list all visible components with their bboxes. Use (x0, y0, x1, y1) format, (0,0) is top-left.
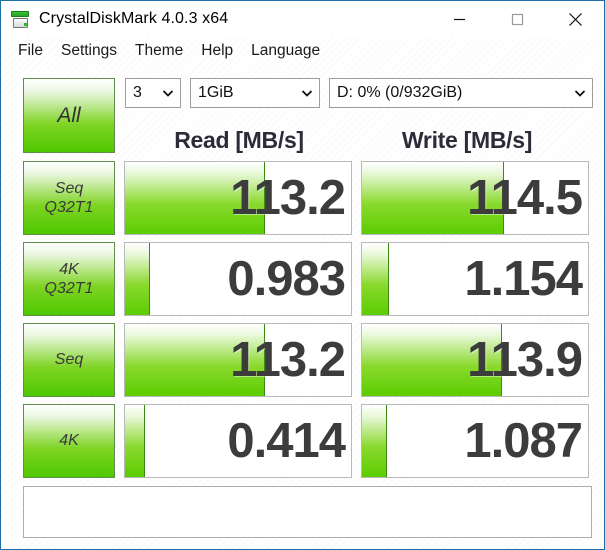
menu-item-file[interactable]: File (9, 40, 52, 62)
menu-item-settings[interactable]: Settings (52, 40, 126, 62)
read-score-value: 113.2 (230, 333, 346, 387)
row-label-line2: Q32T1 (44, 280, 94, 297)
table-row: 4K 0.414 1.087 (23, 404, 592, 478)
read-score-4k: 0.414 (124, 404, 352, 478)
read-score-value: 113.2 (230, 171, 346, 225)
menu-bar: File Settings Theme Help Language (1, 37, 604, 65)
run-all-button[interactable]: All (23, 78, 115, 153)
status-message-box (23, 486, 592, 538)
table-row: Seq Q32T1 113.2 114.5 (23, 161, 592, 235)
write-score-seq: 113.9 (361, 323, 589, 397)
row-label-line2: Q32T1 (44, 199, 94, 216)
title-bar: CrystalDiskMark 4.0.3 x64 (1, 1, 604, 37)
disk-drive-icon (10, 10, 30, 29)
content-area: All 3 1GiB D: 0% (0/932GiB) Read [MB/s] … (1, 67, 604, 549)
read-score-value: 0.983 (227, 252, 346, 306)
chevron-down-icon (162, 90, 174, 97)
read-score-4k-q32t1: 0.983 (124, 242, 352, 316)
write-score-value: 1.087 (464, 414, 583, 468)
menu-item-theme[interactable]: Theme (126, 40, 192, 62)
test-runs-select[interactable]: 3 (125, 78, 181, 108)
test-runs-value: 3 (133, 84, 142, 101)
results-table: Seq Q32T1 113.2 114.5 4K Q32T1 0.983 1.1… (23, 161, 592, 485)
chevron-down-icon (574, 90, 586, 97)
row-label-line1: 4K (59, 432, 79, 450)
window-title: CrystalDiskMark 4.0.3 x64 (39, 10, 229, 27)
chevron-down-icon (301, 90, 313, 97)
row-label-line1: Seq (54, 351, 84, 369)
run-seq-button[interactable]: Seq (23, 323, 115, 397)
title-bar-left: CrystalDiskMark 4.0.3 x64 (1, 10, 228, 29)
write-score-4k: 1.087 (361, 404, 589, 478)
write-score-value: 113.9 (467, 333, 583, 387)
crystaldiskmark-window: CrystalDiskMark 4.0.3 x64 File Settings … (0, 0, 605, 550)
minimize-button[interactable] (430, 1, 488, 37)
table-row: Seq 113.2 113.9 (23, 323, 592, 397)
close-icon (568, 12, 582, 26)
run-seq-q32t1-button[interactable]: Seq Q32T1 (23, 161, 115, 235)
write-score-value: 1.154 (464, 252, 583, 306)
maximize-icon (511, 13, 523, 25)
read-score-value: 0.414 (227, 414, 346, 468)
row-label-line1: Seq (54, 179, 84, 197)
read-score-seq: 113.2 (124, 323, 352, 397)
read-score-seq-q32t1: 113.2 (124, 161, 352, 235)
write-score-4k-q32t1: 1.154 (361, 242, 589, 316)
read-column-header: Read [MB/s] (174, 127, 304, 153)
menu-item-help[interactable]: Help (192, 40, 242, 62)
maximize-button[interactable] (488, 1, 546, 37)
write-column-header: Write [MB/s] (401, 127, 533, 153)
close-button[interactable] (546, 1, 604, 37)
column-headers: Read [MB/s] Write [MB/s] (125, 127, 581, 154)
write-score-value: 114.5 (467, 171, 583, 225)
target-drive-value: D: 0% (0/932GiB) (337, 84, 463, 101)
minimize-icon (453, 18, 465, 20)
write-score-seq-q32t1: 114.5 (361, 161, 589, 235)
table-row: 4K Q32T1 0.983 1.154 (23, 242, 592, 316)
window-controls (430, 1, 604, 37)
row-label-line1: 4K (59, 260, 79, 278)
test-size-value: 1GiB (198, 84, 234, 101)
target-drive-select[interactable]: D: 0% (0/932GiB) (329, 78, 593, 108)
run-4k-button[interactable]: 4K (23, 404, 115, 478)
menu-item-language[interactable]: Language (242, 40, 329, 62)
run-4k-q32t1-button[interactable]: 4K Q32T1 (23, 242, 115, 316)
test-size-select[interactable]: 1GiB (190, 78, 320, 108)
toolbar-dropdowns: 3 1GiB D: 0% (0/932GiB) (125, 78, 593, 108)
